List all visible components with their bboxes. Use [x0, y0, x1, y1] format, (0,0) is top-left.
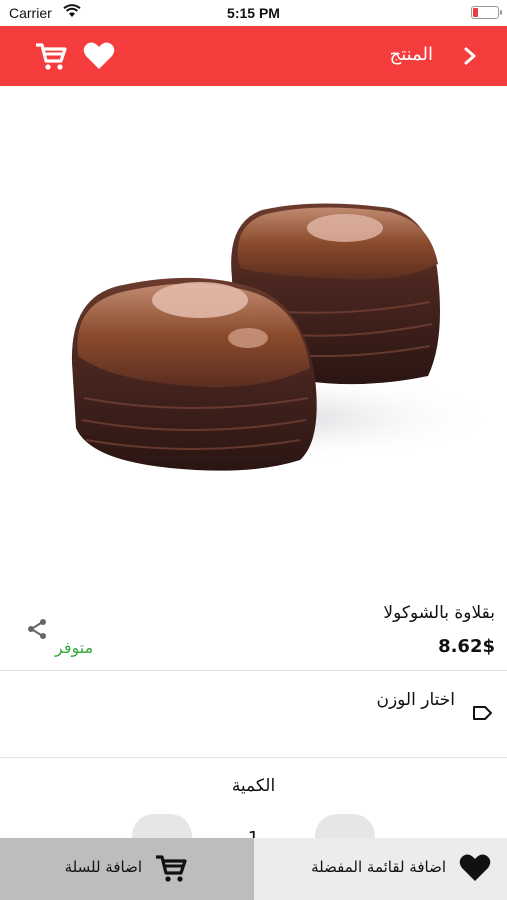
share-icon[interactable]: [25, 617, 49, 641]
product-name: بقلاوة بالشوكولا: [383, 603, 495, 623]
bottom-action-bar: اضافة للسلة اضافة لقائمة المفضلة: [0, 838, 507, 900]
nav-bar: المنتج: [0, 26, 507, 86]
weight-selector[interactable]: اختار الوزن: [376, 690, 455, 710]
status-bar: Carrier 5:15 PM: [0, 0, 507, 26]
heart-icon[interactable]: [82, 40, 116, 72]
product-image: [0, 88, 507, 510]
heart-icon: [459, 854, 491, 881]
clock: 5:15 PM: [227, 5, 280, 21]
chevron-right-icon[interactable]: [459, 44, 481, 68]
add-to-cart-label: اضافة للسلة: [64, 858, 142, 876]
add-to-favorites-label: اضافة لقائمة المفضلة: [311, 858, 446, 876]
tag-icon: [473, 706, 492, 720]
stock-status: متوفر: [55, 638, 94, 657]
cart-icon[interactable]: [34, 40, 68, 72]
add-to-favorites-button[interactable]: اضافة لقائمة المفضلة: [254, 838, 507, 900]
cart-icon: [156, 855, 187, 882]
page-title: المنتج: [389, 44, 433, 65]
divider: [0, 757, 507, 758]
battery-icon: [471, 6, 502, 19]
product-price: 8.62$: [438, 636, 495, 657]
add-to-cart-button[interactable]: اضافة للسلة: [0, 838, 254, 900]
quantity-label: الكمية: [231, 776, 276, 796]
battery-fill: [473, 8, 479, 17]
divider: [0, 670, 507, 671]
